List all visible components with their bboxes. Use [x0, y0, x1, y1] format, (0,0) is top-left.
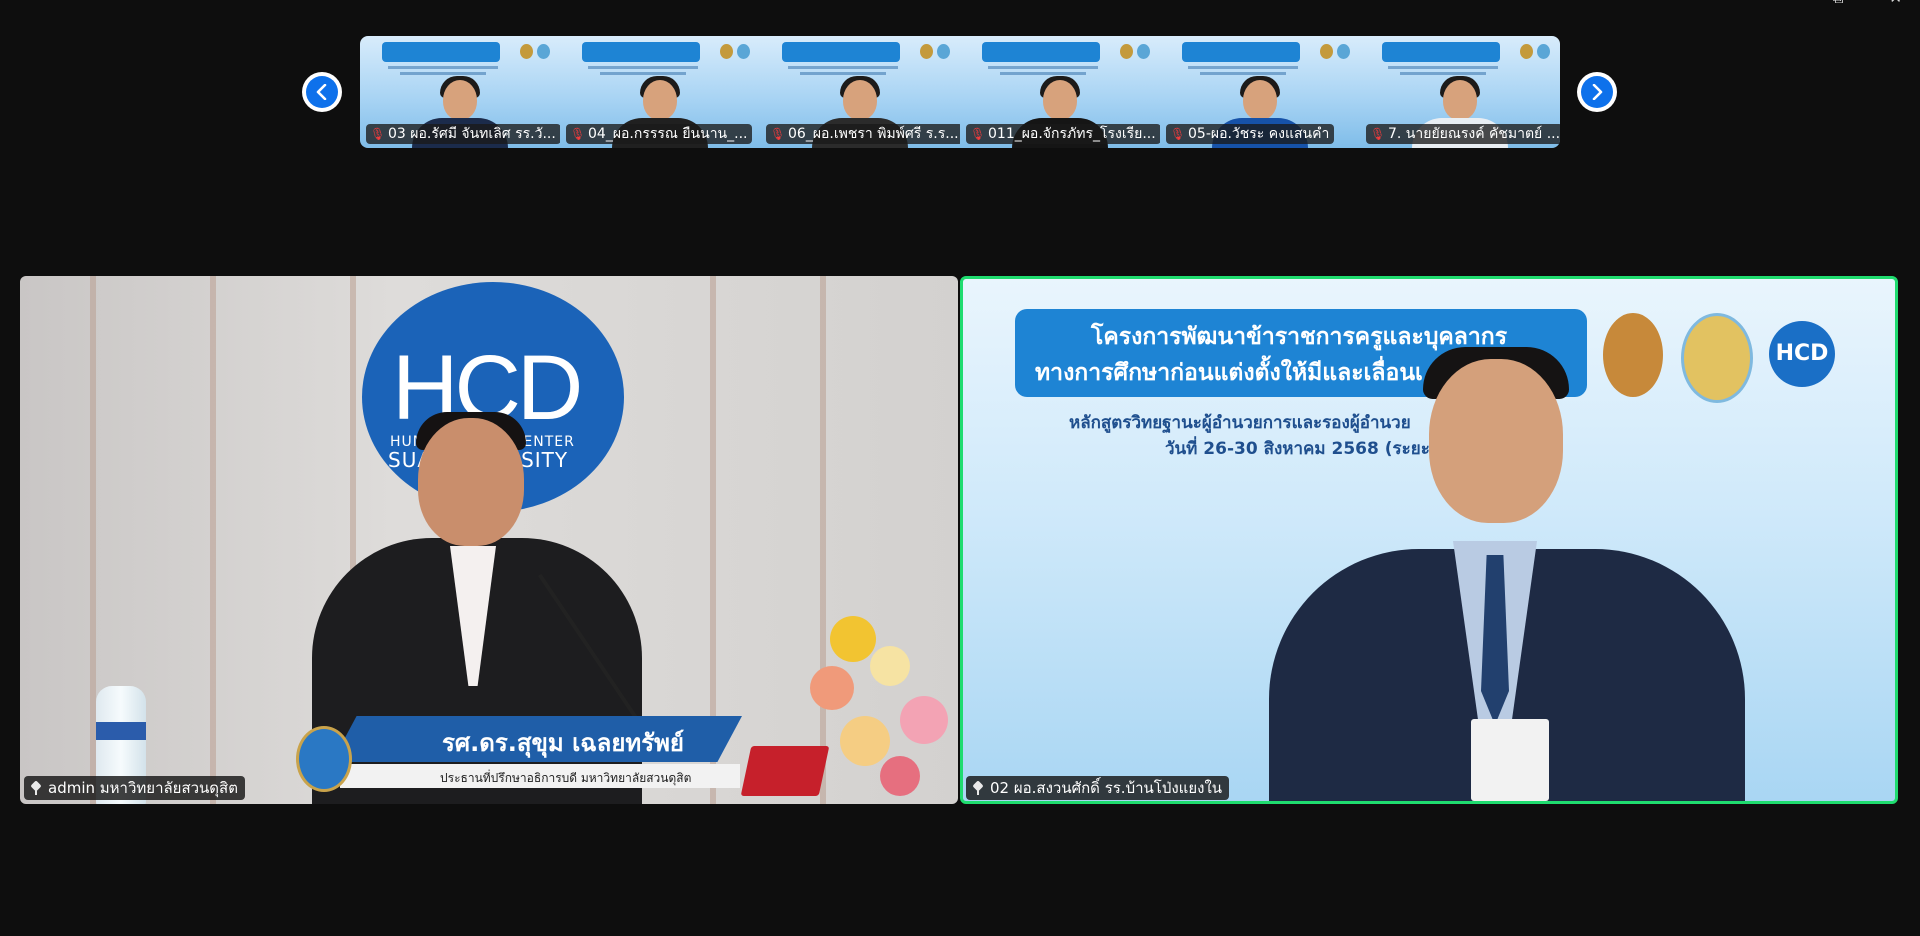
- popout-icon[interactable]: ⧉: [1833, 0, 1844, 8]
- participant-name-tag: 🎙 7. นายยัยณรงค์ คัชมาตย์ ...: [1366, 124, 1560, 144]
- id-badge: [1471, 719, 1549, 801]
- participant-name: 05-ผอ.วัชระ คงแสนคำ: [1188, 126, 1330, 142]
- prev-page-button[interactable]: [302, 72, 342, 112]
- participant-name: 04_ผอ.กรรรณ ยืนนาน_...: [588, 126, 748, 142]
- participant-name-tag: 🎙 06_ผอ.เพชรา พิมพ์ศรี ร.ร...: [766, 124, 960, 144]
- ministry-emblem-icon: [1603, 313, 1663, 397]
- participant-name: 03 ผอ.รัศมี จันทเลิศ รร.วั...: [388, 126, 556, 142]
- university-seal-icon: [296, 726, 352, 792]
- banner-line-1: โครงการพัฒนาข้าราชการครูและบุคลากร: [1091, 324, 1508, 350]
- participant-avatar: [843, 80, 877, 120]
- pin-icon: [29, 781, 43, 795]
- participant-avatar: [1043, 80, 1077, 120]
- participant-avatar: [1443, 80, 1477, 120]
- video-participant-name: admin มหาวิทยาลัยสวนดุสิต: [48, 779, 238, 797]
- pin-icon: [971, 781, 985, 795]
- participant-name-tag: 🎙 011_ผอ.จักรภัทร_โรงเรีย...: [966, 124, 1160, 144]
- participant-name: 06_ผอ.เพชรา พิมพ์ศรี ร.ร...: [788, 126, 959, 142]
- participant-name: 011_ผอ.จักรภัทร_โรงเรีย...: [988, 126, 1156, 142]
- participant-thumbnail[interactable]: 🎙 05-ผอ.วัชระ คงแสนคำ: [1160, 36, 1360, 148]
- mic-muted-icon: 🎙: [970, 127, 986, 141]
- participant-name-tag: 🎙 05-ผอ.วัชระ คงแสนคำ: [1166, 124, 1335, 144]
- participant-thumbnail[interactable]: 🎙 7. นายยัยณรงค์ คัชมาตย์ ...: [1360, 36, 1560, 148]
- video-tile-active-speaker[interactable]: โครงการพัฒนาข้าราชการครูและบุคลากร ทางกา…: [960, 276, 1898, 804]
- mic-muted-icon: 🎙: [370, 127, 386, 141]
- participant-name-tag: 🎙 04_ผอ.กรรรณ ยืนนาน_...: [566, 124, 753, 144]
- participant-strip: 🎙 03 ผอ.รัศมี จันทเลิศ รร.วั... 🎙 04_ผอ.…: [360, 36, 1560, 148]
- participant-thumbnail[interactable]: 🎙 04_ผอ.กรรรณ ยืนนาน_...: [560, 36, 760, 148]
- video-tile-admin[interactable]: HCD HUMAN EMENT CENTER SUA UNIVERSITY รศ…: [20, 276, 958, 804]
- participant-avatar: [643, 80, 677, 120]
- speaker-role: ประธานที่ปรึกษาอธิการบดี มหาวิทยาลัยสวนด…: [440, 771, 692, 785]
- mic-muted-icon: 🎙: [1370, 127, 1386, 141]
- window-controls: ⧉ ✕: [1833, 0, 1902, 8]
- participant-thumbnail[interactable]: 🎙 06_ผอ.เพชรา พิมพ์ศรี ร.ร...: [760, 36, 960, 148]
- chevron-left-icon: [306, 76, 338, 108]
- banner-line-2: ทางการศึกษาก่อนแต่งตั้งให้มีและเลื่อนเ ะ: [1035, 360, 1444, 386]
- speaker-nameplate: รศ.ดร.สุขุม เฉลยทรัพย์ ประธานที่ปรึกษาอธ…: [292, 716, 752, 804]
- hcd-logo: HCD: [1769, 321, 1835, 387]
- course-dates: วันที่ 26-30 สิงหาคม 2568 (ระยะที่: [1165, 439, 1442, 459]
- slide-banner: [382, 42, 500, 62]
- university-seal-icon: [1681, 313, 1753, 403]
- flower-arrangement: [810, 606, 958, 804]
- next-page-button[interactable]: [1577, 72, 1617, 112]
- participant-name-tag: 🎙 03 ผอ.รัศมี จันทเลิศ รร.วั...: [366, 124, 560, 144]
- participant-thumbnail[interactable]: 🎙 011_ผอ.จักรภัทร_โรงเรีย...: [960, 36, 1160, 148]
- mic-muted-icon: 🎙: [570, 127, 586, 141]
- course-subtitle: หลักสูตรวิทยฐานะผู้อำนวยการและรองผู้อำนว…: [1069, 413, 1411, 433]
- video-name-label: 02 ผอ.สงวนศักดิ์ รร.บ้านโป่งแยงใน: [966, 776, 1230, 800]
- participant-name: 7. นายยัยณรงค์ คัชมาตย์ ...: [1388, 126, 1560, 142]
- chevron-right-icon: [1581, 76, 1613, 108]
- speaker-name: รศ.ดร.สุขุม เฉลยทรัพย์: [442, 729, 684, 757]
- video-participant-name: 02 ผอ.สงวนศักดิ์ รร.บ้านโป่งแยงใน: [990, 779, 1223, 797]
- participant-thumbnail[interactable]: 🎙 03 ผอ.รัศมี จันทเลิศ รร.วั...: [360, 36, 560, 148]
- close-icon[interactable]: ✕: [1889, 0, 1902, 8]
- video-name-label: admin มหาวิทยาลัยสวนดุสิต: [24, 776, 245, 800]
- participant-avatar: [1243, 80, 1277, 120]
- mic-muted-icon: 🎙: [770, 127, 786, 141]
- participant-avatar: [443, 80, 477, 120]
- mic-muted-icon: 🎙: [1170, 127, 1186, 141]
